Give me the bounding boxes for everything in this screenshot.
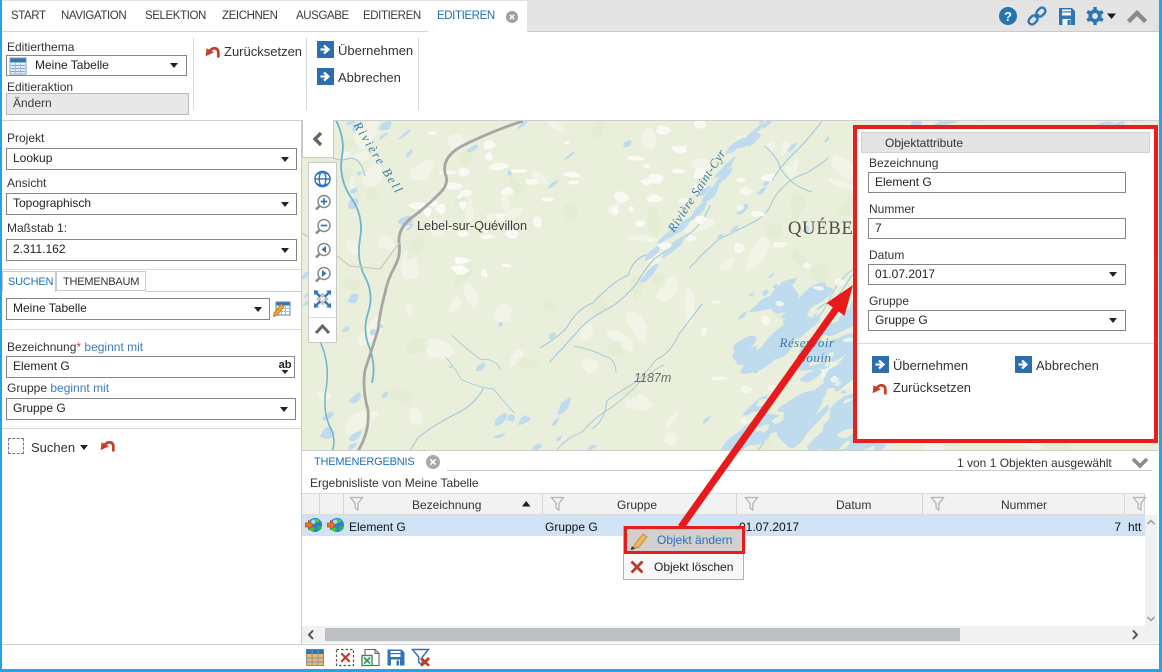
svg-text:Lebel-sur-Quévillon: Lebel-sur-Quévillon	[417, 219, 527, 233]
svg-text:?: ?	[1004, 9, 1012, 24]
svg-text:ab: ab	[279, 359, 292, 371]
